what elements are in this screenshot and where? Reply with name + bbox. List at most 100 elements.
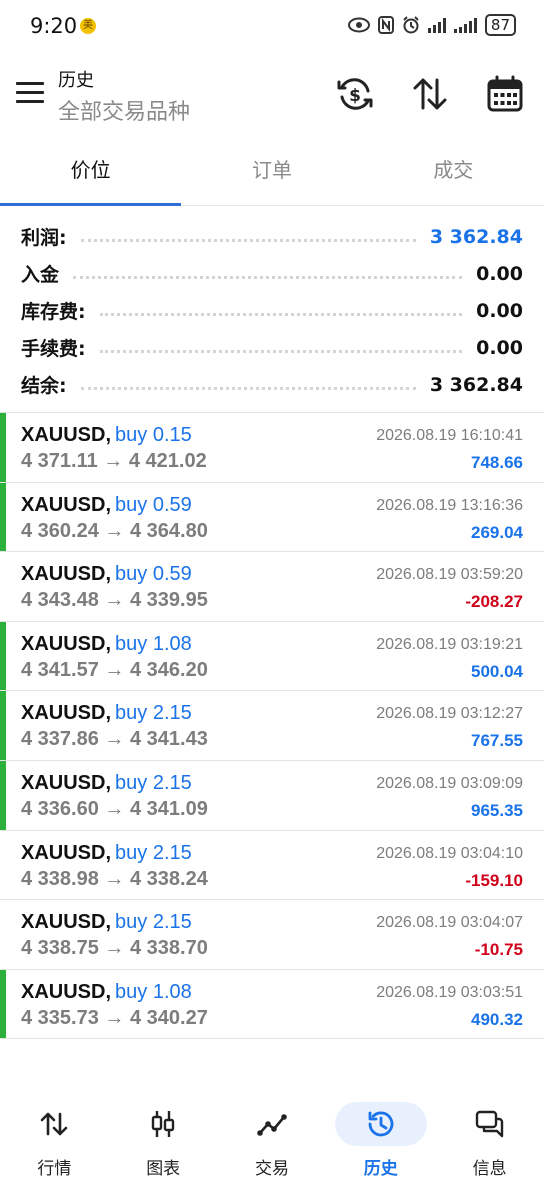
summary-row-profit: 利润: 3 362.84 (0, 218, 544, 255)
summary-row-deposit: 入金 0.00 (0, 255, 544, 292)
calendar-icon[interactable] (485, 74, 525, 114)
nav-history[interactable]: 历史 (326, 1096, 435, 1200)
deal-side-volume: buy 2.15 (115, 841, 192, 864)
signal-icon-2 (453, 17, 477, 33)
profit-indicator-bar (0, 760, 6, 830)
deal-profit: 490.32 (471, 1009, 523, 1029)
nav-messages[interactable]: 信息 (435, 1096, 544, 1200)
profit-value: 3 362.84 (429, 225, 523, 248)
deal-row[interactable]: XAUUSD, buy 2.15 4 338.98 → 4 338.24 2026.0… (0, 831, 544, 901)
status-time: 9:20 (30, 14, 78, 38)
deal-side-volume: buy 2.15 (115, 771, 192, 794)
deal-profit: 269.04 (471, 522, 523, 542)
deal-symbol: XAUUSD, buy 2.15 (21, 772, 192, 795)
tab-orders[interactable]: 订单 (181, 140, 362, 205)
symbol-name: XAUUSD, (21, 424, 112, 446)
deal-profit: 500.04 (471, 661, 523, 681)
deal-side-volume: buy 0.59 (115, 563, 192, 586)
deal-symbol: XAUUSD, buy 0.59 (21, 563, 192, 586)
deal-time: 2026.08.19 03:19:21 (376, 635, 523, 653)
nav-trade[interactable]: 交易 (218, 1096, 327, 1200)
profit-indicator-bar (0, 413, 6, 482)
commission-value: 0.00 (476, 336, 523, 359)
nav-chart[interactable]: 图表 (109, 1096, 218, 1200)
deal-symbol: XAUUSD, buy 2.15 (21, 842, 192, 865)
status-bar: 9:20 美 87 (0, 0, 544, 56)
notification-badge: 美 (80, 18, 96, 34)
signal-icon (427, 17, 446, 33)
app-header: 历史 全部交易品种 $ (0, 56, 544, 136)
nav-quotes[interactable]: 行情 (0, 1096, 109, 1200)
deal-profit: 767.55 (471, 731, 523, 751)
swap-label: 库存费: (21, 301, 86, 323)
nav-label: 图表 (146, 1159, 181, 1179)
deals-list: XAUUSD, buy 0.15 4 371.11 → 4 421.02 2026.0… (0, 413, 544, 1040)
deal-symbol: XAUUSD, buy 2.15 (21, 702, 192, 725)
refresh-currency-icon[interactable]: $ (335, 74, 375, 114)
deal-time: 2026.08.19 03:12:27 (376, 705, 523, 723)
profit-indicator-bar (0, 482, 6, 552)
symbol-name: XAUUSD, (21, 771, 112, 794)
symbol-filter[interactable]: 全部交易品种 (58, 94, 190, 126)
deal-time: 2026.08.19 16:10:41 (376, 427, 523, 444)
nfc-icon (377, 16, 394, 34)
dot-leader (99, 343, 463, 353)
profit-indicator-bar (0, 691, 6, 760)
battery-indicator: 87 (484, 14, 516, 36)
deal-row[interactable]: XAUUSD, buy 2.15 4 336.60 → 4 341.09 2026.0… (0, 760, 544, 831)
messages-icon (475, 1110, 503, 1138)
sort-icon[interactable] (410, 74, 450, 114)
deal-symbol: XAUUSD, buy 2.15 (21, 911, 192, 934)
dot-leader (80, 232, 416, 242)
deal-prices: 4 371.11 → 4 421.02 (21, 450, 207, 472)
nav-label: 历史 (363, 1159, 398, 1179)
symbol-name: XAUUSD, (21, 841, 112, 864)
deal-symbol: XAUUSD, buy 1.08 (21, 981, 192, 1004)
deal-side-volume: buy 1.08 (115, 632, 192, 655)
eye-icon (347, 17, 370, 33)
deal-row[interactable]: XAUUSD, buy 0.59 4 360.24 → 4 364.80 2026.0… (0, 482, 544, 553)
deal-profit: 965.35 (471, 800, 523, 820)
deal-row[interactable]: XAUUSD, buy 1.08 4 341.57 → 4 346.20 2026.0… (0, 621, 544, 692)
symbol-name: XAUUSD, (21, 911, 112, 934)
tab-deals[interactable]: 成交 (363, 140, 544, 205)
deal-prices: 4 338.98 → 4 338.24 (21, 867, 208, 890)
dot-leader (73, 269, 463, 279)
deal-row[interactable]: XAUUSD, buy 2.15 4 338.75 → 4 338.70 2026.0… (0, 900, 544, 970)
svg-text:$: $ (349, 86, 361, 106)
profit-label: 利润: (21, 227, 67, 249)
deal-prices: 4 335.73 → 4 340.27 (21, 1006, 208, 1029)
deal-profit: 748.66 (471, 453, 523, 472)
tab-positions[interactable]: 价位 (0, 140, 182, 206)
nav-label: 行情 (37, 1159, 72, 1179)
symbol-name: XAUUSD, (21, 980, 112, 1003)
deal-prices: 4 341.57 → 4 346.20 (21, 658, 208, 681)
deal-side-volume: buy 2.15 (115, 702, 192, 725)
deal-side-volume: buy 0.15 (115, 424, 192, 446)
deal-prices: 4 338.75 → 4 338.70 (21, 937, 208, 960)
deal-row[interactable]: XAUUSD, buy 1.08 4 335.73 → 4 340.27 2026.0… (0, 969, 544, 1040)
swap-value: 0.00 (476, 299, 523, 322)
chart-icon (151, 1111, 175, 1137)
quotes-icon (41, 1112, 68, 1136)
history-icon (368, 1111, 394, 1137)
summary-row-swap: 库存费: 0.00 (0, 292, 544, 329)
deal-row[interactable]: XAUUSD, buy 2.15 4 337.86 → 4 341.43 2026.0… (0, 691, 544, 761)
deal-prices: 4 337.86 → 4 341.43 (21, 728, 208, 751)
deal-side-volume: buy 2.15 (115, 911, 192, 934)
deal-symbol: XAUUSD, buy 0.59 (21, 494, 192, 517)
deal-time: 2026.08.19 03:03:51 (376, 983, 523, 1001)
history-tabs: 价位 订单 成交 (0, 140, 544, 206)
page-title: 历史 (58, 70, 94, 91)
profit-indicator-bar (0, 969, 6, 1039)
balance-value: 3 362.84 (429, 373, 523, 396)
deal-profit: -10.75 (474, 940, 523, 960)
deal-row[interactable]: XAUUSD, buy 0.59 4 343.48 → 4 339.95 2026.0… (0, 552, 544, 622)
balance-label: 结余: (21, 375, 67, 397)
deal-time: 2026.08.19 03:04:10 (376, 844, 523, 862)
menu-icon[interactable] (16, 82, 44, 104)
deal-row[interactable]: XAUUSD, buy 0.15 4 371.11 → 4 421.02 2026.0… (0, 413, 544, 483)
deal-profit: -159.10 (465, 870, 523, 890)
dot-leader (99, 306, 463, 316)
deal-symbol: XAUUSD, buy 1.08 (21, 633, 192, 656)
